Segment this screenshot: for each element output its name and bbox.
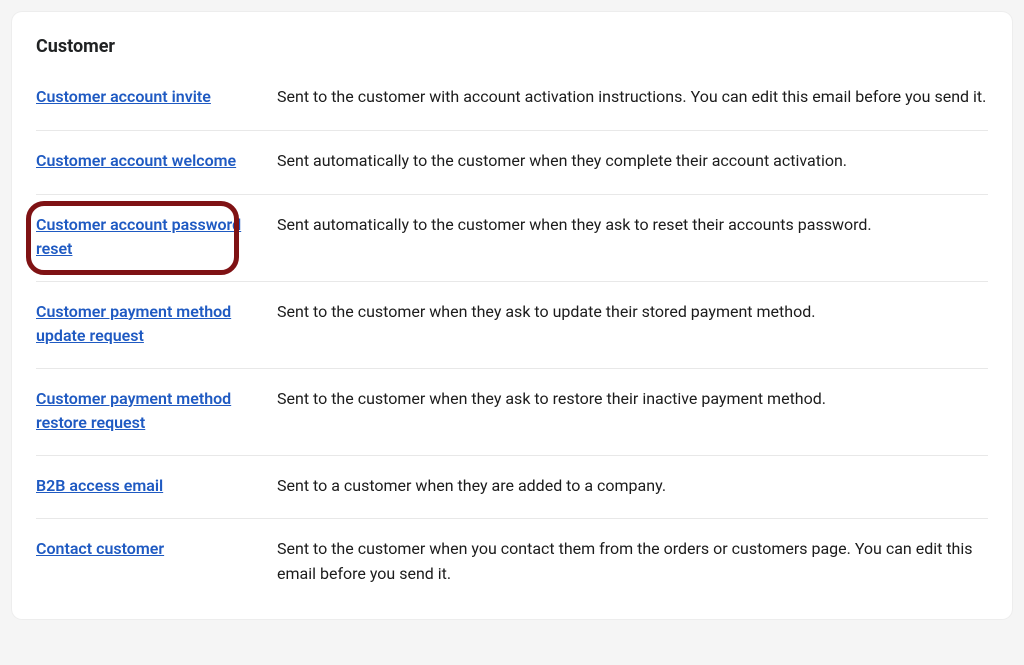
link-cell: Customer account welcome <box>36 149 261 173</box>
link-cell: B2B access email <box>36 474 261 498</box>
link-cell: Customer payment method restore request <box>36 387 261 435</box>
notification-row: Contact customer Sent to the customer wh… <box>36 519 988 595</box>
customer-account-welcome-link[interactable]: Customer account welcome <box>36 151 236 170</box>
link-cell: Customer payment method update request <box>36 300 261 348</box>
highlight-annotation <box>26 201 239 275</box>
link-cell: Contact customer <box>36 537 261 561</box>
link-cell: Customer account invite <box>36 85 261 109</box>
notification-description: Sent to the customer when they ask to re… <box>277 387 988 412</box>
customer-notifications-card: Customer Customer account invite Sent to… <box>12 12 1012 619</box>
notification-description: Sent to the customer with account activa… <box>277 85 988 110</box>
customer-account-password-reset-link[interactable]: Customer account password reset <box>36 215 241 258</box>
notification-description: Sent to the customer when you contact th… <box>277 537 988 587</box>
b2b-access-email-link[interactable]: B2B access email <box>36 476 163 495</box>
notification-row: Customer payment method restore request … <box>36 369 988 456</box>
notification-row: Customer account invite Sent to the cust… <box>36 85 988 131</box>
notification-description: Sent to the customer when they ask to up… <box>277 300 988 325</box>
notification-row: Customer payment method update request S… <box>36 282 988 369</box>
notification-description: Sent automatically to the customer when … <box>277 213 988 238</box>
notification-row: Customer account password reset Sent aut… <box>36 195 988 282</box>
notification-description: Sent to a customer when they are added t… <box>277 474 988 499</box>
section-title: Customer <box>36 36 988 57</box>
customer-account-invite-link[interactable]: Customer account invite <box>36 87 211 106</box>
notification-row: Customer account welcome Sent automatica… <box>36 131 988 195</box>
link-cell: Customer account password reset <box>36 213 261 261</box>
notification-description: Sent automatically to the customer when … <box>277 149 988 174</box>
customer-payment-method-restore-request-link[interactable]: Customer payment method restore request <box>36 389 231 432</box>
contact-customer-link[interactable]: Contact customer <box>36 539 164 558</box>
customer-payment-method-update-request-link[interactable]: Customer payment method update request <box>36 302 231 345</box>
notification-row: B2B access email Sent to a customer when… <box>36 456 988 520</box>
